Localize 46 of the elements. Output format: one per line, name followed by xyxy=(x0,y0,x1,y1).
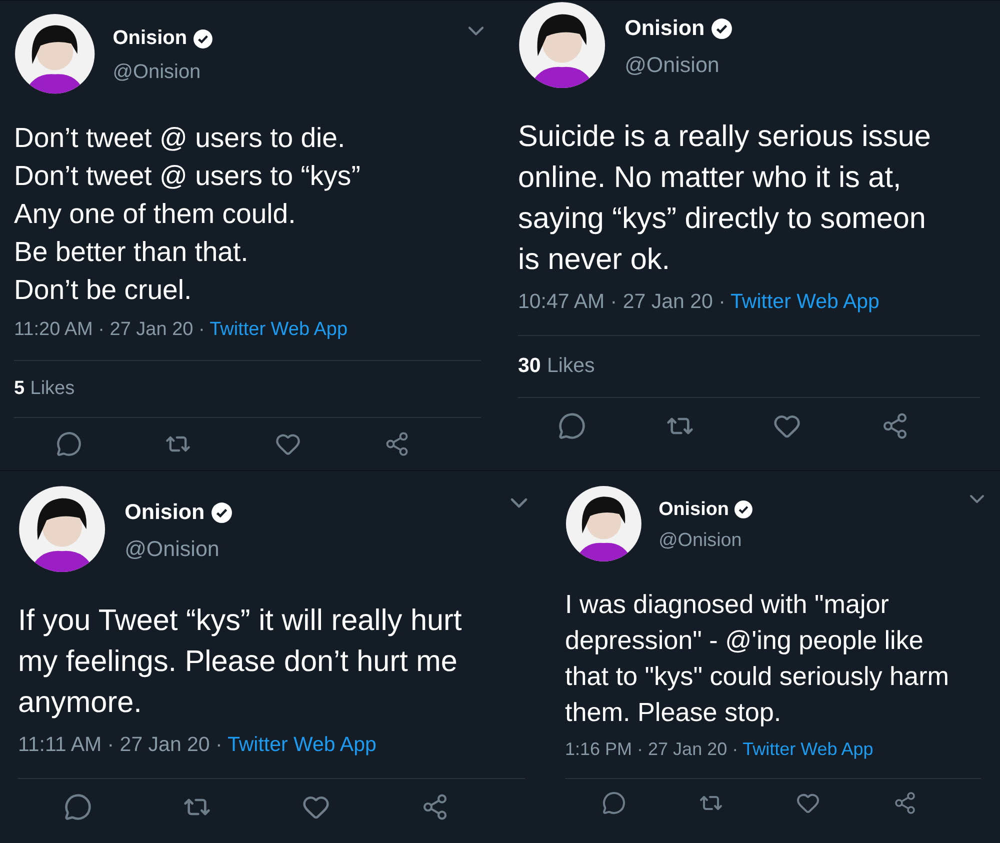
avatar-icon[interactable] xyxy=(18,485,106,574)
tweet-text-line: Be better than that. xyxy=(14,235,250,270)
tweet-text-line: them. Please stop. xyxy=(565,696,782,729)
tweet-text-line: If you Tweet “kys” it will really hurt xyxy=(18,602,463,639)
tweet-text-line: Suicide is a really serious issue xyxy=(518,118,932,155)
source-link[interactable]: Twitter Web App xyxy=(742,738,874,760)
timestamp: 1:16 PM · 27 Jan 20 · xyxy=(565,738,738,760)
reply-button[interactable] xyxy=(602,791,626,816)
like-button[interactable] xyxy=(274,431,301,458)
tweet-text-line: anymore. xyxy=(18,684,143,721)
timestamp: 11:11 AM · 27 Jan 20 · xyxy=(18,733,222,758)
tweet-text-line: depression" - @'ing people like xyxy=(565,624,924,657)
avatar-icon[interactable] xyxy=(518,1,606,90)
user-handle: @Onision xyxy=(112,60,202,84)
source-link[interactable]: Twitter Web App xyxy=(210,318,348,341)
user-name: Onision xyxy=(124,500,205,526)
avatar-icon[interactable] xyxy=(565,485,642,562)
reply-button[interactable] xyxy=(56,431,82,458)
timestamp: 10:47 AM · 27 Jan 20 · xyxy=(518,290,726,314)
tweet-text-line: Don’t tweet @ users to “kys” xyxy=(14,159,362,194)
source-link[interactable]: Twitter Web App xyxy=(227,733,376,758)
likes-count: 30 xyxy=(518,354,541,378)
tweet-text-line: that to "kys" could seriously harm xyxy=(565,660,950,693)
tweet-text-line: my feelings. Please don’t hurt me xyxy=(18,644,458,680)
source-link[interactable]: Twitter Web App xyxy=(730,290,880,314)
user-name: Onision xyxy=(658,498,729,520)
likes-count: 5 xyxy=(14,378,25,400)
tweet-text-line: I was diagnosed with "major xyxy=(565,588,890,621)
avatar-icon[interactable] xyxy=(14,13,96,95)
tweet-text-line: saying “kys” directly to someon xyxy=(518,200,927,237)
user-name: Onision xyxy=(112,27,187,50)
likes-label[interactable]: Likes xyxy=(30,378,75,400)
reply-button[interactable] xyxy=(64,792,92,821)
tweet-text-line: Don’t be cruel. xyxy=(14,273,193,308)
user-handle: @Onision xyxy=(624,52,720,78)
reply-button[interactable] xyxy=(558,412,586,440)
user-handle: @Onision xyxy=(658,530,743,552)
likes-label[interactable]: Likes xyxy=(546,354,595,378)
user-handle: @Onision xyxy=(124,536,220,562)
tweet-text-line: online. No matter who it is at, xyxy=(518,160,902,196)
tweet-text-line: is never ok. xyxy=(518,242,671,278)
tweet-text-line: Don’t tweet @ users to die. xyxy=(14,121,346,156)
timestamp: 11:20 AM · 27 Jan 20 · xyxy=(14,318,205,341)
user-name: Onision xyxy=(624,16,705,42)
like-button[interactable] xyxy=(796,791,820,816)
tweet-text-line: Any one of them could. xyxy=(14,197,297,232)
